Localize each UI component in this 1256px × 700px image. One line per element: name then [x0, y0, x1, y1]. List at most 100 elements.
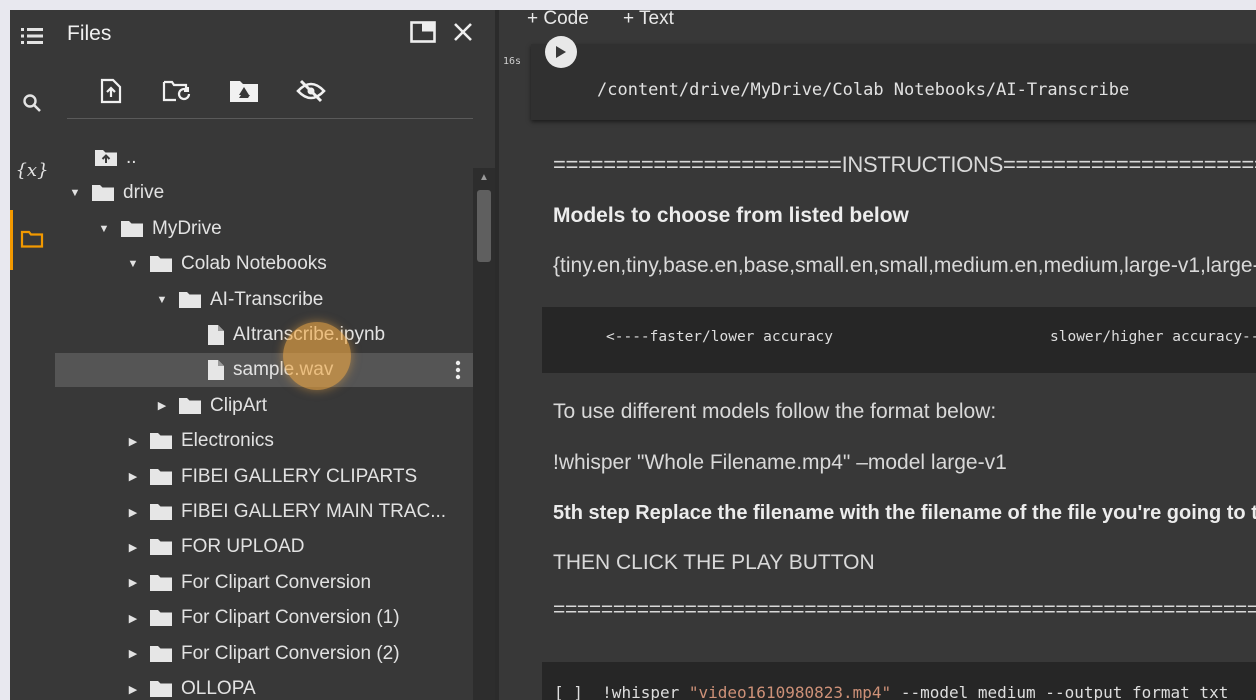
- cell-string: "video1610980823.mp4": [688, 683, 892, 700]
- scrollbar[interactable]: ▲: [473, 168, 495, 700]
- collapse-arrow-icon[interactable]: ▶: [123, 435, 143, 448]
- parent-folder-icon: [94, 149, 118, 167]
- tree-item-label: Colab Notebooks: [181, 253, 327, 275]
- example-command: !whisper "Whole Filename.mp4" –model lar…: [553, 451, 1007, 474]
- tree-item-label: For Clipart Conversion (2): [181, 642, 400, 664]
- step5-text: 5th step Replace the filename with the f…: [553, 502, 1256, 524]
- accuracy-code-block: <----faster/lower accuracy slower/higher…: [542, 307, 1256, 373]
- format-text: To use different models follow the forma…: [553, 400, 997, 423]
- folder-icon: [149, 609, 173, 627]
- hide-icon[interactable]: [292, 72, 330, 110]
- cell-args: --model medium --output format txt: [900, 683, 1229, 700]
- folder-icon: [149, 645, 173, 663]
- variables-icon[interactable]: {x}: [14, 152, 50, 188]
- collapse-arrow-icon[interactable]: ▶: [123, 541, 143, 554]
- add-code-button[interactable]: + Code: [527, 10, 589, 30]
- folder-item[interactable]: ▶ ClipArt: [55, 389, 475, 423]
- close-icon[interactable]: [445, 14, 481, 50]
- file-icon: [207, 324, 225, 346]
- folder-item[interactable]: ▶ Electronics: [55, 424, 475, 458]
- drive-icon[interactable]: [225, 72, 263, 110]
- parent-dir-item[interactable]: ..: [55, 141, 475, 175]
- folder-icon: [120, 220, 144, 238]
- models-list: {tiny.en,tiny,base.en,base,small.en,smal…: [553, 254, 1256, 277]
- folder-item[interactable]: ▼ drive: [55, 176, 475, 210]
- folder-item[interactable]: ▶ FIBEI GALLERY CLIPARTS: [55, 460, 475, 494]
- collapse-arrow-icon[interactable]: ▶: [123, 612, 143, 625]
- folder-item[interactable]: ▶ OLLOPA: [55, 672, 475, 700]
- code-line[interactable]: [ ] !whisper "video1610980823.mp4" --mod…: [554, 683, 1228, 700]
- folder-icon: [149, 468, 173, 486]
- refresh-icon[interactable]: [158, 72, 196, 110]
- folder-icon: [149, 432, 173, 450]
- expand-arrow-icon[interactable]: ▼: [94, 223, 114, 235]
- file-item[interactable]: ▶AItranscribe.ipynb: [55, 318, 475, 352]
- collapse-arrow-icon[interactable]: ▶: [123, 647, 143, 660]
- collapse-arrow-icon[interactable]: ▶: [123, 683, 143, 696]
- add-text-button[interactable]: + Text: [623, 10, 674, 30]
- tree-item-label: For Clipart Conversion (1): [181, 607, 400, 629]
- folder-item[interactable]: ▶ FOR UPLOAD: [55, 530, 475, 564]
- folder-icon[interactable]: [14, 221, 50, 257]
- scroll-up-icon[interactable]: ▲: [477, 172, 491, 184]
- code-faster: <----faster/lower accuracy: [606, 329, 833, 345]
- collapse-arrow-icon[interactable]: ▶: [123, 506, 143, 519]
- code-slower: slower/higher accuracy---->: [1050, 329, 1256, 345]
- collapse-arrow-icon[interactable]: ▶: [123, 470, 143, 483]
- tree-item-label: OLLOPA: [181, 678, 256, 699]
- folder-icon: [149, 503, 173, 521]
- output-cell[interactable]: /content/drive/MyDrive/Colab Notebooks/A…: [531, 36, 1256, 120]
- tree-item-label: drive: [123, 182, 165, 204]
- folder-item[interactable]: ▼ MyDrive: [55, 212, 475, 246]
- search-icon[interactable]: [14, 85, 50, 121]
- tree-item-label: Electronics: [181, 430, 274, 452]
- execution-time: 16s: [503, 56, 522, 67]
- folder-icon: [149, 255, 173, 273]
- run-button[interactable]: [545, 36, 577, 68]
- separator-line: ========================================…: [553, 598, 1256, 621]
- files-panel: Files .. ▼ drive ▼ MyDrive ▼ Colab Notebooks ▼ A…: [55, 10, 495, 700]
- open-in-tab-icon[interactable]: [405, 14, 441, 50]
- tree-item-label: sample.wav: [233, 359, 334, 381]
- collapse-arrow-icon[interactable]: ▶: [152, 399, 172, 412]
- side-rail: {x}: [10, 10, 55, 700]
- expand-arrow-icon[interactable]: ▼: [152, 294, 172, 306]
- upload-icon[interactable]: [92, 72, 130, 110]
- file-icon: [207, 359, 225, 381]
- folder-icon: [149, 680, 173, 698]
- table-of-contents-icon[interactable]: [14, 18, 50, 54]
- tree-item-label: AItranscribe.ipynb: [233, 324, 386, 345]
- tree-item-label: FIBEI GALLERY MAIN TRAC...: [181, 501, 447, 522]
- active-indicator: [10, 210, 13, 270]
- file-item[interactable]: ▶sample.wav: [55, 353, 473, 388]
- folder-item[interactable]: ▼ Colab Notebooks: [55, 247, 475, 281]
- collapse-arrow-icon[interactable]: ▶: [123, 576, 143, 589]
- folder-item[interactable]: ▼ AI-Transcribe: [55, 283, 475, 317]
- notebook-area: + Code + Text /content/drive/MyDrive/Col…: [499, 10, 1256, 700]
- folder-item[interactable]: ▶ FIBEI GALLERY MAIN TRAC...: [55, 495, 475, 529]
- folder-icon: [178, 397, 202, 415]
- tree-item-label: For Clipart Conversion: [181, 571, 372, 593]
- click-play-text: THEN CLICK THE PLAY BUTTON: [553, 551, 875, 574]
- folder-item[interactable]: ▶ For Clipart Conversion (2): [55, 637, 475, 671]
- instructions-header: =======================INSTRUCTIONS=====…: [553, 152, 1256, 177]
- expand-arrow-icon[interactable]: ▼: [65, 187, 85, 199]
- folder-item[interactable]: ▶ For Clipart Conversion: [55, 566, 475, 600]
- tree-item-label: AI-Transcribe: [210, 288, 324, 310]
- toolbar-divider: [67, 118, 473, 119]
- folder-icon: [149, 574, 173, 592]
- folder-icon: [91, 184, 115, 202]
- code-cell[interactable]: [ ] !whisper "video1610980823.mp4" --mod…: [542, 662, 1256, 700]
- cell-brackets: [ ]: [554, 683, 583, 700]
- scrollbar-thumb[interactable]: [477, 190, 491, 262]
- folder-item[interactable]: ▶ For Clipart Conversion (1): [55, 601, 475, 635]
- folder-icon: [149, 538, 173, 556]
- notebook-toolbar: + Code + Text: [499, 10, 1256, 44]
- expand-arrow-icon[interactable]: ▼: [123, 258, 143, 270]
- models-heading: Models to choose from listed below: [553, 204, 909, 227]
- tree-item-label: MyDrive: [152, 217, 222, 239]
- cell-command: !whisper: [602, 683, 680, 700]
- colab-window: {x} Files .. ▼ drive ▼ MyDrive ▼ Colab Noteboo…: [10, 10, 1256, 700]
- more-options-icon[interactable]: [455, 360, 461, 380]
- tree-item-label: ClipArt: [210, 394, 268, 416]
